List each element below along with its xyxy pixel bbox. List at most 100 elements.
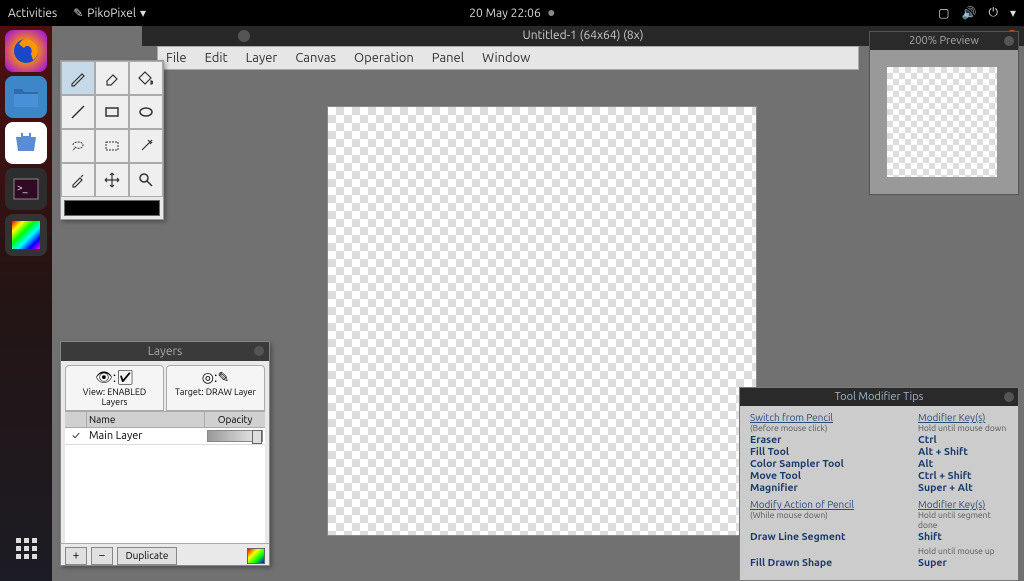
chevron-down-icon: ▾: [140, 6, 146, 20]
menu-canvas[interactable]: Canvas: [295, 51, 336, 65]
tips-row-left: Move Tool: [750, 469, 918, 481]
tips-row: Move ToolCtrl + Shift: [750, 469, 1008, 481]
tips-row-right: Shift: [918, 530, 1008, 542]
layer-duplicate-button[interactable]: Duplicate: [117, 547, 177, 565]
dock: >_: [0, 26, 52, 581]
preview-title[interactable]: 200% Preview: [870, 32, 1018, 50]
tool-move[interactable]: [95, 163, 129, 197]
layers-title[interactable]: Layers: [61, 342, 269, 361]
layers-title-label: Layers: [148, 345, 182, 358]
tips-row: EraserCtrl: [750, 433, 1008, 445]
dock-files[interactable]: [5, 76, 47, 118]
layers-tab-target-label: Target: DRAW Layer: [175, 387, 256, 397]
screen-icon[interactable]: ▢: [938, 6, 949, 20]
tool-magnifier[interactable]: [129, 163, 163, 197]
dock-pikopixel[interactable]: [5, 214, 47, 256]
tips-note: Hold until segment done: [918, 510, 1008, 530]
tool-line[interactable]: [61, 95, 95, 129]
panel-close-icon[interactable]: [1004, 36, 1014, 46]
preview-canvas: [887, 67, 997, 177]
layer-row[interactable]: ✓ Main Layer: [65, 428, 265, 445]
svg-text:>_: >_: [17, 182, 28, 193]
tips-row-left: Fill Tool: [750, 445, 918, 457]
menu-file[interactable]: File: [166, 51, 187, 65]
panel-close-icon[interactable]: [254, 346, 264, 356]
preview-panel: 200% Preview: [869, 31, 1019, 195]
chevron-down-icon[interactable]: ▾: [1010, 6, 1016, 20]
power-icon[interactable]: ⏻: [988, 6, 998, 20]
tool-lasso[interactable]: [61, 129, 95, 163]
menu-panel[interactable]: Panel: [432, 51, 464, 65]
col-opacity[interactable]: Opacity: [205, 412, 265, 427]
panel-close-icon[interactable]: [1004, 392, 1014, 402]
color-swatch[interactable]: [64, 200, 160, 216]
tips-row: MagnifierSuper + Alt: [750, 481, 1008, 493]
col-name[interactable]: Name: [87, 412, 205, 427]
tips-row: Fill ToolAlt + Shift: [750, 445, 1008, 457]
layers-list[interactable]: ✓ Main Layer: [65, 428, 265, 543]
preview-title-label: 200% Preview: [909, 35, 979, 47]
dock-terminal[interactable]: >_: [5, 168, 47, 210]
layers-tab-view[interactable]: 👁:☑ View: ENABLED Layers: [65, 365, 164, 411]
layer-remove-button[interactable]: −: [91, 547, 113, 565]
tips-row-right: Ctrl: [918, 433, 1008, 445]
tips-row-left: Eraser: [750, 433, 918, 445]
canvas-checker: [327, 106, 757, 536]
tips-note: Hold until mouse down: [918, 423, 1008, 433]
app-menu-icon: ✎: [73, 6, 83, 20]
menubar: File Edit Layer Canvas Operation Panel W…: [157, 46, 859, 70]
tips-row-right: Alt + Shift: [918, 445, 1008, 457]
tips-h1-right: Modifier Key(s): [918, 412, 1008, 423]
activities-button[interactable]: Activities: [8, 7, 57, 20]
tips-row-right: Super + Alt: [918, 481, 1008, 493]
menu-edit[interactable]: Edit: [205, 51, 228, 65]
tool-eyedropper[interactable]: [61, 163, 95, 197]
tips-row-right: Ctrl + Shift: [918, 469, 1008, 481]
tool-palette: [60, 60, 164, 220]
tips-h1-left: Switch from Pencil: [750, 412, 918, 423]
layers-tab-target[interactable]: ◎:✎ Target: DRAW Layer: [166, 365, 265, 411]
opacity-slider[interactable]: [207, 430, 263, 442]
tool-rect[interactable]: [95, 95, 129, 129]
layers-tab-view-label: View: ENABLED Layers: [83, 387, 146, 407]
canvas[interactable]: [327, 106, 757, 536]
tool-eraser[interactable]: [95, 61, 129, 95]
dock-firefox[interactable]: [5, 30, 47, 72]
window-minimize-icon[interactable]: [238, 30, 250, 42]
tips-title[interactable]: Tool Modifier Tips: [740, 388, 1018, 406]
layers-panel: Layers 👁:☑ View: ENABLED Layers ◎:✎ Targ…: [60, 341, 270, 566]
system-topbar: Activities ✎ PikoPixel ▾ 20 May 22:06 ▢ …: [0, 0, 1024, 26]
color-picker-button[interactable]: [247, 548, 265, 564]
menu-operation[interactable]: Operation: [354, 51, 414, 65]
tool-fill[interactable]: [129, 61, 163, 95]
eye-check-icon: 👁:☑: [69, 369, 160, 386]
layer-add-button[interactable]: +: [65, 547, 87, 565]
tips-note: (Before mouse click): [750, 423, 918, 433]
tool-pencil[interactable]: [61, 61, 95, 95]
workspace: Untitled-1 (64x64) (8x) File Edit Layer …: [52, 26, 1024, 581]
dock-apps-button[interactable]: [5, 527, 47, 569]
app-menu[interactable]: ✎ PikoPixel ▾: [73, 6, 146, 20]
app-menu-label: PikoPixel: [87, 7, 136, 20]
tips-h2-left: Modify Action of Pencil: [750, 499, 918, 510]
volume-icon[interactable]: 🔊: [962, 6, 977, 20]
layer-name[interactable]: Main Layer: [87, 428, 205, 444]
tips-note: Hold until mouse up: [918, 546, 1008, 556]
menu-layer[interactable]: Layer: [246, 51, 278, 65]
layer-visible-check[interactable]: ✓: [65, 428, 87, 444]
target-pencil-icon: ◎:✎: [170, 369, 261, 386]
tips-body: Switch from Pencil Modifier Key(s) (Befo…: [740, 406, 1018, 580]
tool-rect-select[interactable]: [95, 129, 129, 163]
tips-row-left: Draw Line Segment: [750, 530, 918, 542]
clock[interactable]: 20 May 22:06: [469, 7, 540, 20]
tips-row-right: Super: [918, 556, 1008, 568]
tips-note: (While mouse down): [750, 510, 918, 530]
notification-dot-icon: [549, 10, 555, 16]
tips-row-left: Color Sampler Tool: [750, 457, 918, 469]
tool-wand[interactable]: [129, 129, 163, 163]
tips-title-label: Tool Modifier Tips: [835, 391, 924, 403]
tool-oval[interactable]: [129, 95, 163, 129]
layers-columns: Name Opacity: [65, 411, 265, 428]
menu-window[interactable]: Window: [482, 51, 530, 65]
dock-software[interactable]: [5, 122, 47, 164]
